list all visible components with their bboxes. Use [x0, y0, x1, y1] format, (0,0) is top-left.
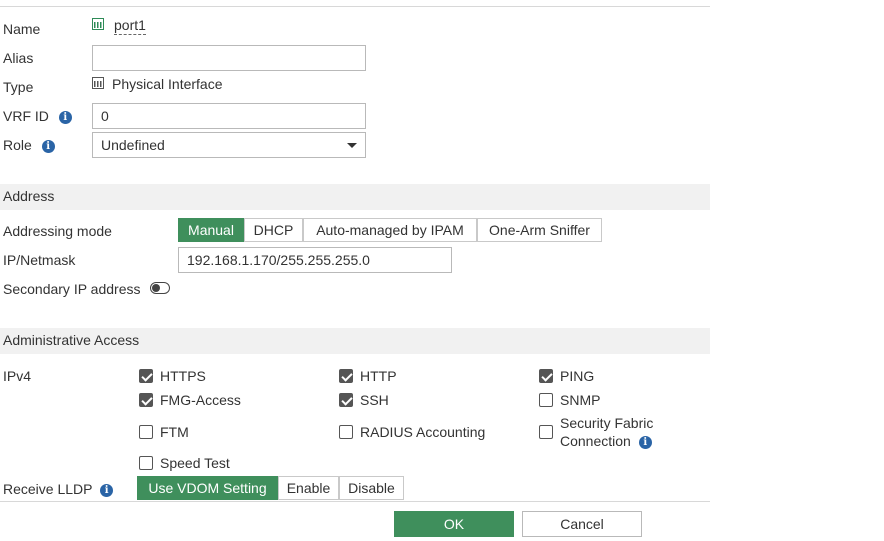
- interface-edit-panel: Name port1 Alias Type Physical Interface…: [0, 0, 710, 541]
- fmg-access-label: FMG-Access: [160, 392, 241, 408]
- security-fabric-label-line2: Connection i: [560, 432, 652, 450]
- address-section-header: Address: [0, 184, 710, 210]
- lldp-info-icon[interactable]: i: [100, 483, 114, 497]
- ping-checkbox[interactable]: [539, 369, 553, 383]
- type-label: Type: [3, 79, 34, 95]
- https-label: HTTPS: [160, 368, 206, 384]
- role-selected-value: Undefined: [101, 137, 165, 153]
- ssh-checkbox[interactable]: [339, 393, 353, 407]
- speed-test-checkbox[interactable]: [139, 456, 153, 470]
- secondary-ip-toggle[interactable]: [150, 282, 170, 294]
- vrf-id-label: VRF ID i: [3, 107, 72, 125]
- ssh-label: SSH: [360, 392, 389, 408]
- toggle-knob: [152, 283, 160, 292]
- alias-label: Alias: [3, 50, 34, 66]
- admin-access-section-header: Administrative Access: [0, 328, 710, 354]
- addressing-mode-label: Addressing mode: [3, 223, 112, 239]
- ftm-checkbox[interactable]: [139, 425, 153, 439]
- ok-button[interactable]: OK: [394, 511, 514, 537]
- lldp-enable-button[interactable]: Enable: [278, 476, 339, 500]
- cancel-button[interactable]: Cancel: [522, 511, 642, 537]
- security-fabric-connection-text: Connection: [560, 433, 631, 449]
- snmp-checkbox[interactable]: [539, 393, 553, 407]
- radius-accounting-label: RADIUS Accounting: [360, 424, 486, 440]
- secondary-ip-label: Secondary IP address: [3, 281, 141, 297]
- mode-sniffer-button[interactable]: One-Arm Sniffer: [477, 218, 602, 242]
- http-checkbox[interactable]: [339, 369, 353, 383]
- https-checkbox[interactable]: [139, 369, 153, 383]
- vrf-id-text: VRF ID: [3, 108, 49, 124]
- mode-manual-button[interactable]: Manual: [178, 218, 244, 242]
- role-select[interactable]: Undefined: [92, 132, 366, 158]
- security-fabric-info-icon[interactable]: i: [638, 435, 652, 449]
- ip-netmask-input[interactable]: 192.168.1.170/255.255.255.0: [178, 247, 452, 273]
- lldp-vdom-setting-button[interactable]: Use VDOM Setting: [137, 476, 278, 500]
- footer-divider: [0, 501, 710, 502]
- admin-access-section-title: Administrative Access: [3, 332, 140, 348]
- security-fabric-checkbox[interactable]: [539, 425, 553, 439]
- name-label: Name: [3, 21, 41, 37]
- security-fabric-label: Security Fabric: [560, 415, 654, 431]
- http-label: HTTP: [360, 368, 397, 384]
- physical-interface-icon: [92, 77, 104, 89]
- fmg-access-checkbox[interactable]: [139, 393, 153, 407]
- address-section-title: Address: [3, 188, 55, 204]
- role-text: Role: [3, 137, 32, 153]
- chevron-down-icon: [347, 143, 357, 148]
- receive-lldp-label: Receive LLDP i: [3, 480, 114, 498]
- receive-lldp-text: Receive LLDP: [3, 481, 93, 497]
- speed-test-label: Speed Test: [160, 455, 230, 471]
- role-label: Role i: [3, 136, 55, 154]
- vrf-id-input[interactable]: 0: [92, 103, 366, 129]
- alias-input[interactable]: [92, 45, 366, 71]
- ftm-label: FTM: [160, 424, 189, 440]
- lldp-disable-button[interactable]: Disable: [339, 476, 404, 500]
- top-divider: [0, 6, 710, 7]
- mode-dhcp-button[interactable]: DHCP: [244, 218, 303, 242]
- interface-name-value[interactable]: port1: [114, 17, 146, 35]
- vrf-info-icon[interactable]: i: [58, 110, 72, 124]
- radius-accounting-checkbox[interactable]: [339, 425, 353, 439]
- ipv4-label: IPv4: [3, 368, 32, 384]
- mode-ipam-button[interactable]: Auto-managed by IPAM: [303, 218, 477, 242]
- type-value: Physical Interface: [112, 76, 223, 92]
- network-port-icon: [92, 18, 104, 30]
- ip-netmask-label: IP/Netmask: [3, 252, 76, 268]
- ping-label: PING: [560, 368, 595, 384]
- role-info-icon[interactable]: i: [41, 139, 55, 153]
- snmp-label: SNMP: [560, 392, 601, 408]
